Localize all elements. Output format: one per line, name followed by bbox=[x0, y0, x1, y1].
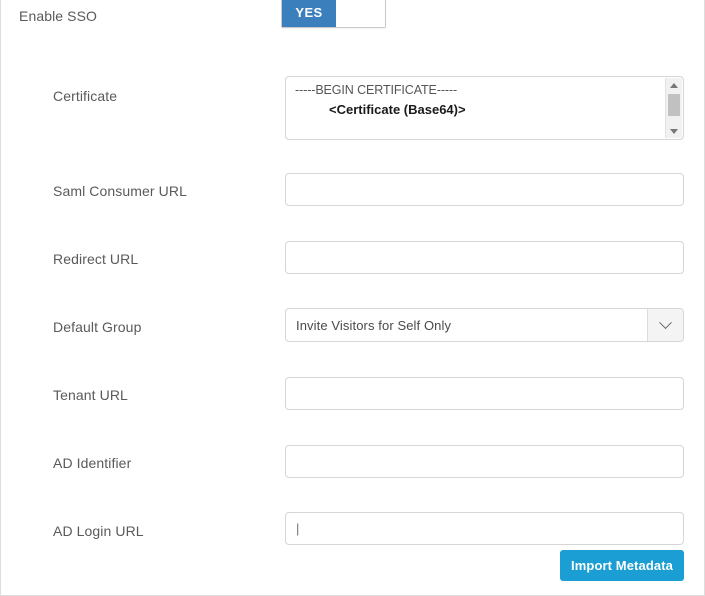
chevron-down-icon[interactable] bbox=[647, 309, 683, 341]
scrollbar-thumb[interactable] bbox=[668, 94, 680, 116]
default-group-label: Default Group bbox=[53, 319, 142, 335]
redirect-url-label: Redirect URL bbox=[53, 251, 139, 267]
tenant-url-input[interactable] bbox=[285, 377, 684, 410]
certificate-body-line: <Certificate (Base64)> bbox=[329, 102, 466, 117]
enable-sso-row: Enable SSO YES bbox=[1, 0, 704, 36]
ad-login-url-input[interactable] bbox=[285, 512, 684, 545]
saml-consumer-url-input[interactable] bbox=[285, 173, 684, 206]
ad-identifier-input[interactable] bbox=[285, 445, 684, 478]
certificate-begin-line: -----BEGIN CERTIFICATE----- bbox=[295, 83, 458, 97]
scroll-up-arrow-icon[interactable] bbox=[666, 78, 682, 92]
import-metadata-button[interactable]: Import Metadata bbox=[560, 550, 684, 581]
toggle-yes-segment[interactable]: YES bbox=[282, 0, 336, 27]
ad-identifier-control[interactable] bbox=[285, 445, 684, 478]
default-group-control[interactable]: Invite Visitors for Self Only bbox=[285, 308, 684, 342]
enable-sso-label: Enable SSO bbox=[19, 8, 98, 24]
certificate-label: Certificate bbox=[53, 88, 118, 104]
saml-consumer-url-control[interactable] bbox=[285, 173, 684, 206]
redirect-url-input[interactable] bbox=[285, 241, 684, 274]
certificate-textarea[interactable]: -----BEGIN CERTIFICATE----- <Certificate… bbox=[285, 76, 684, 140]
redirect-url-control[interactable] bbox=[285, 241, 684, 274]
ad-identifier-label: AD Identifier bbox=[53, 455, 132, 471]
tenant-url-control[interactable] bbox=[285, 377, 684, 410]
enable-sso-toggle[interactable]: YES bbox=[281, 0, 386, 28]
default-group-selected-value: Invite Visitors for Self Only bbox=[296, 317, 452, 333]
scroll-down-arrow-icon[interactable] bbox=[666, 124, 682, 138]
ad-login-url-label: AD Login URL bbox=[53, 523, 144, 539]
tenant-url-label: Tenant URL bbox=[53, 387, 128, 403]
toggle-off-segment[interactable] bbox=[336, 0, 385, 27]
certificate-scrollbar[interactable] bbox=[665, 78, 682, 138]
ad-login-url-control[interactable] bbox=[285, 512, 684, 545]
default-group-select[interactable]: Invite Visitors for Self Only bbox=[285, 308, 684, 342]
sso-settings-panel: Enable SSO YES Certificate -----BEGIN CE… bbox=[0, 0, 705, 596]
saml-consumer-url-label: Saml Consumer URL bbox=[53, 183, 187, 199]
